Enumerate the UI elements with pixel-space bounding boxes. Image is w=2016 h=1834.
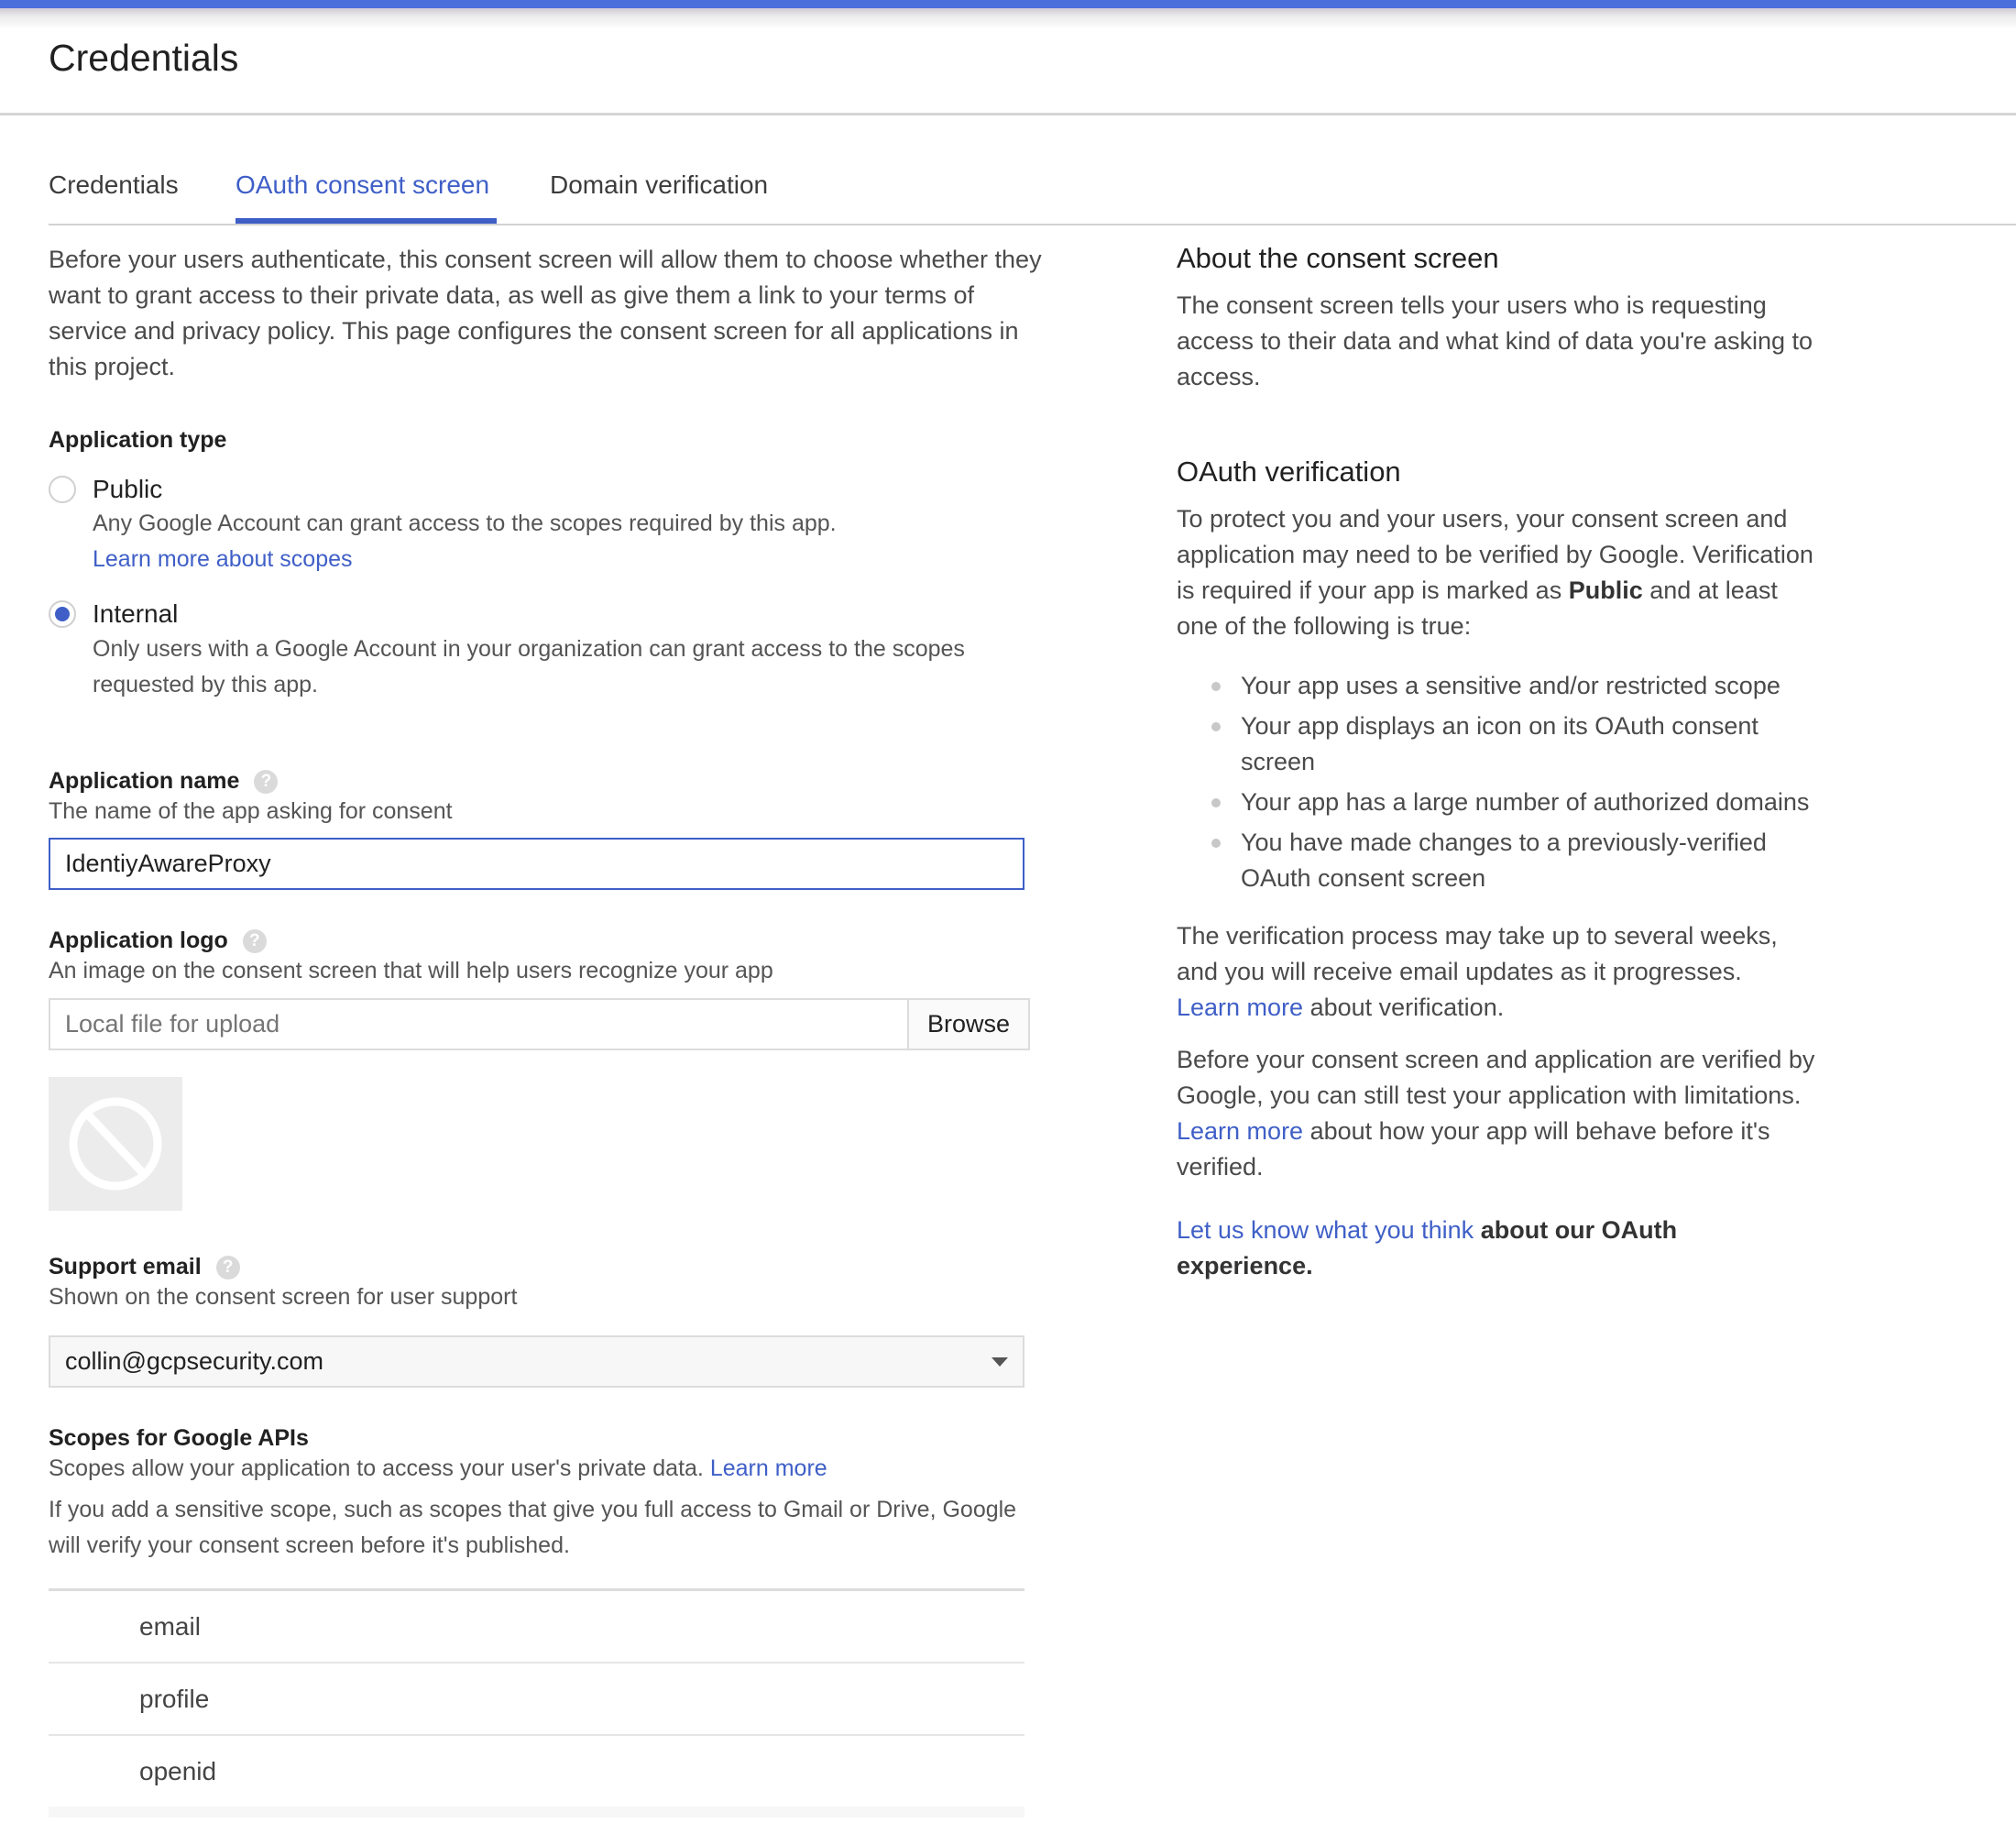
learn-more-behavior-link[interactable]: Learn more bbox=[1177, 1117, 1303, 1145]
learn-more-scopes-link[interactable]: Learn more about scopes bbox=[93, 544, 1046, 575]
radio-public[interactable] bbox=[49, 476, 76, 503]
support-email-value: collin@gcpsecurity.com bbox=[65, 1347, 323, 1375]
support-email-label-text: Support email bbox=[49, 1254, 202, 1279]
list-item: Your app has a large number of authorize… bbox=[1177, 785, 1818, 820]
top-accent-bar bbox=[0, 0, 2016, 8]
scope-row: profile bbox=[49, 1664, 1024, 1736]
dropdown-arrow-icon bbox=[992, 1356, 1008, 1367]
scopes-note: If you add a sensitive scope, such as sc… bbox=[49, 1497, 1017, 1558]
logo-upload-row: Browse bbox=[49, 998, 1030, 1050]
scopes-list-footer bbox=[49, 1807, 1024, 1818]
tab-bar: Credentials OAuth consent screen Domain … bbox=[49, 165, 2016, 225]
application-name-description: The name of the app asking for consent bbox=[49, 798, 453, 824]
intro-text: Before your users authenticate, this con… bbox=[49, 246, 1042, 380]
oauth-verification-heading: OAuth verification bbox=[1177, 456, 1401, 488]
public-description-text: Any Google Account can grant access to t… bbox=[93, 511, 837, 536]
page-title: Credentials bbox=[49, 37, 239, 79]
logo-preview bbox=[49, 1077, 182, 1211]
verification-public-bold: Public bbox=[1568, 577, 1643, 604]
tab-credentials[interactable]: Credentials bbox=[49, 170, 179, 200]
top-bar-shadow bbox=[0, 8, 2016, 28]
list-item: You have made changes to a previously-ve… bbox=[1177, 825, 1818, 896]
radio-internal[interactable] bbox=[49, 600, 76, 628]
application-type-label: Application type bbox=[49, 427, 227, 453]
active-tab-indicator bbox=[236, 218, 497, 224]
process-text-part2: about verification. bbox=[1309, 994, 1505, 1021]
process-text-part1: The verification process may take up to … bbox=[1177, 922, 1778, 985]
application-name-input[interactable] bbox=[49, 838, 1024, 890]
info-sidebar: About the consent screen The consent scr… bbox=[1177, 240, 1836, 1284]
scopes-description: Scopes allow your application to access … bbox=[49, 1453, 827, 1484]
support-email-description: Shown on the consent screen for user sup… bbox=[49, 1284, 518, 1310]
list-item: Your app displays an icon on its OAuth c… bbox=[1177, 708, 1818, 780]
feedback-link[interactable]: Let us know what you think bbox=[1177, 1216, 1474, 1244]
radio-option-internal[interactable]: Internal bbox=[49, 599, 178, 629]
feedback-text: Let us know what you think about our OAu… bbox=[1177, 1213, 1745, 1284]
radio-option-public[interactable]: Public bbox=[49, 475, 162, 504]
test-before-verified-text: Before your consent screen and applicati… bbox=[1177, 1042, 1818, 1185]
application-logo-label-text: Application logo bbox=[49, 928, 228, 953]
scope-row: openid bbox=[139, 1756, 217, 1785]
support-email-label: Support email? bbox=[49, 1254, 240, 1280]
application-name-label: Application name? bbox=[49, 768, 279, 795]
application-logo-label: Application logo? bbox=[49, 928, 267, 954]
verification-criteria-list: Your app uses a sensitive and/or restric… bbox=[1177, 668, 1818, 896]
help-circle-icon[interactable]: ? bbox=[242, 929, 267, 954]
scopes-learn-more-link[interactable]: Learn more bbox=[710, 1455, 827, 1481]
browse-button[interactable]: Browse bbox=[907, 998, 1030, 1050]
scopes-list: email profile openid bbox=[49, 1588, 1024, 1818]
help-circle-icon[interactable]: ? bbox=[254, 770, 279, 795]
radio-internal-description: Only users with a Google Account in your… bbox=[93, 636, 965, 697]
scope-row: email bbox=[49, 1591, 1024, 1664]
tab-domain-verification[interactable]: Domain verification bbox=[550, 170, 768, 200]
verification-process-text: The verification process may take up to … bbox=[1177, 918, 1800, 1026]
radio-public-description: Any Google Account can grant access to t… bbox=[93, 508, 1046, 575]
radio-internal-label[interactable]: Internal bbox=[93, 599, 178, 629]
header-divider bbox=[0, 113, 2016, 115]
help-circle-icon[interactable]: ? bbox=[215, 1256, 240, 1280]
about-consent-heading: About the consent screen bbox=[1177, 242, 1499, 274]
test-text-part1: Before your consent screen and applicati… bbox=[1177, 1046, 1815, 1109]
radio-public-label[interactable]: Public bbox=[93, 475, 162, 504]
list-item: Your app uses a sensitive and/or restric… bbox=[1177, 668, 1818, 704]
application-logo-description: An image on the consent screen that will… bbox=[49, 958, 773, 983]
about-consent-text: The consent screen tells your users who … bbox=[1177, 291, 1813, 390]
scopes-label: Scopes for Google APIs bbox=[49, 1425, 309, 1451]
logo-file-input[interactable] bbox=[49, 998, 907, 1050]
no-image-icon bbox=[69, 1097, 162, 1191]
scopes-description-text: Scopes allow your application to access … bbox=[49, 1455, 704, 1481]
application-name-label-text: Application name bbox=[49, 768, 240, 794]
support-email-select[interactable]: collin@gcpsecurity.com bbox=[49, 1335, 1024, 1388]
oauth-verification-text: To protect you and your users, your cons… bbox=[1177, 501, 1818, 644]
learn-more-verification-link[interactable]: Learn more bbox=[1177, 994, 1303, 1021]
tab-oauth-consent-screen[interactable]: OAuth consent screen bbox=[236, 170, 489, 200]
